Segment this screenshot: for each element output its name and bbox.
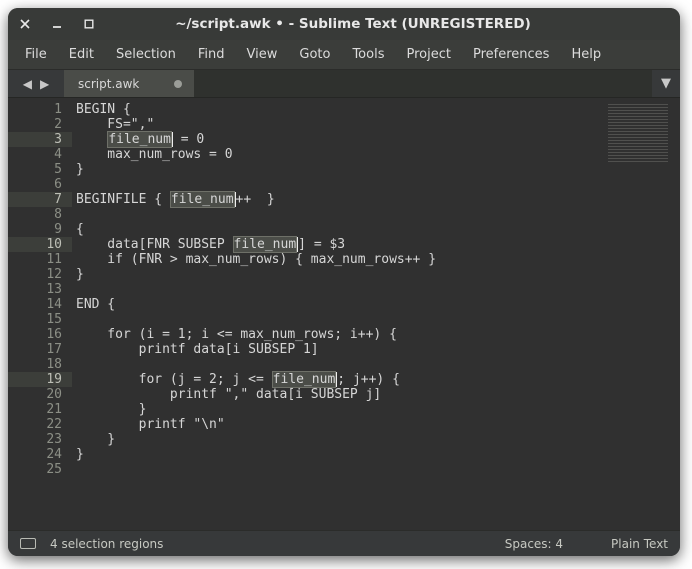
maximize-icon[interactable]: [82, 17, 96, 31]
app-window: ~/script.awk • - Sublime Text (UNREGISTE…: [8, 8, 680, 556]
dirty-indicator-icon: [174, 80, 182, 88]
code-line[interactable]: END {: [76, 297, 590, 312]
status-selection[interactable]: 4 selection regions: [50, 537, 163, 551]
code-line[interactable]: if (FNR > max_num_rows) { max_num_rows++…: [76, 252, 590, 267]
line-number[interactable]: 6: [8, 177, 72, 192]
titlebar[interactable]: ~/script.awk • - Sublime Text (UNREGISTE…: [8, 8, 680, 40]
menu-tools[interactable]: Tools: [343, 43, 393, 66]
menu-find[interactable]: Find: [189, 43, 234, 66]
tab-history-nav: ◀ ▶: [8, 70, 64, 97]
line-number[interactable]: 24: [8, 447, 72, 462]
nav-back-icon[interactable]: ◀: [23, 77, 32, 91]
line-number[interactable]: 23: [8, 432, 72, 447]
line-number[interactable]: 19: [8, 372, 72, 387]
minimize-icon[interactable]: [50, 17, 64, 31]
menu-help[interactable]: Help: [562, 43, 610, 66]
menu-project[interactable]: Project: [397, 43, 459, 66]
statusbar: 4 selection regions Spaces: 4 Plain Text: [8, 530, 680, 556]
menubar: File Edit Selection Find View Goto Tools…: [8, 40, 680, 70]
line-number[interactable]: 21: [8, 402, 72, 417]
window-controls: [18, 17, 96, 31]
tab-label: script.awk: [78, 77, 139, 91]
line-number[interactable]: 18: [8, 357, 72, 372]
line-number[interactable]: 11: [8, 252, 72, 267]
gutter[interactable]: 1234567891011121314151617181920212223242…: [8, 98, 72, 530]
code-line[interactable]: }: [76, 447, 590, 462]
line-number[interactable]: 14: [8, 297, 72, 312]
line-number[interactable]: 25: [8, 462, 72, 477]
line-number[interactable]: 3: [8, 132, 72, 147]
code-line[interactable]: for (i = 1; i <= max_num_rows; i++) {: [76, 327, 590, 342]
tabbar-spacer: [194, 70, 652, 97]
nav-forward-icon[interactable]: ▶: [40, 77, 49, 91]
line-number[interactable]: 16: [8, 327, 72, 342]
code-line[interactable]: FS=",": [76, 117, 590, 132]
editor: 1234567891011121314151617181920212223242…: [8, 98, 680, 530]
tabbar: ◀ ▶ script.awk ▼: [8, 70, 680, 98]
line-number[interactable]: 5: [8, 162, 72, 177]
code-line[interactable]: for (j = 2; j <= file_num; j++) {: [76, 372, 590, 387]
status-spaces[interactable]: Spaces: 4: [505, 537, 563, 551]
code-line[interactable]: }: [76, 432, 590, 447]
minimap[interactable]: [590, 98, 680, 530]
line-number[interactable]: 17: [8, 342, 72, 357]
minimap-content: [608, 104, 668, 164]
code-line[interactable]: [76, 312, 590, 327]
line-number[interactable]: 15: [8, 312, 72, 327]
code-line[interactable]: BEGIN {: [76, 102, 590, 117]
menu-view[interactable]: View: [238, 43, 287, 66]
line-number[interactable]: 7: [8, 192, 72, 207]
line-number[interactable]: 10: [8, 237, 72, 252]
code-line[interactable]: [76, 282, 590, 297]
status-syntax[interactable]: Plain Text: [611, 537, 668, 551]
code-line[interactable]: [76, 462, 590, 477]
code-line[interactable]: printf "," data[i SUBSEP j]: [76, 387, 590, 402]
panel-switcher-icon[interactable]: [20, 538, 36, 549]
close-icon[interactable]: [18, 17, 32, 31]
line-number[interactable]: 9: [8, 222, 72, 237]
code-line[interactable]: [76, 207, 590, 222]
code-line[interactable]: data[FNR SUBSEP file_num] = $3: [76, 237, 590, 252]
window-title: ~/script.awk • - Sublime Text (UNREGISTE…: [96, 16, 670, 32]
code-line[interactable]: BEGINFILE { file_num++ }: [76, 192, 590, 207]
code-line[interactable]: file_num = 0: [76, 132, 590, 147]
menu-goto[interactable]: Goto: [290, 43, 339, 66]
line-number[interactable]: 12: [8, 267, 72, 282]
code-line[interactable]: max_num_rows = 0: [76, 147, 590, 162]
code-line[interactable]: }: [76, 402, 590, 417]
line-number[interactable]: 1: [8, 102, 72, 117]
menu-edit[interactable]: Edit: [60, 43, 103, 66]
line-number[interactable]: 13: [8, 282, 72, 297]
menu-preferences[interactable]: Preferences: [464, 43, 558, 66]
line-number[interactable]: 22: [8, 417, 72, 432]
line-number[interactable]: 2: [8, 117, 72, 132]
code-line[interactable]: [76, 357, 590, 372]
menu-selection[interactable]: Selection: [107, 43, 185, 66]
code-area[interactable]: BEGIN { FS="," file_num = 0 max_num_rows…: [72, 98, 590, 530]
code-line[interactable]: }: [76, 267, 590, 282]
code-line[interactable]: }: [76, 162, 590, 177]
code-line[interactable]: [76, 177, 590, 192]
tab-active[interactable]: script.awk: [64, 70, 194, 97]
menu-file[interactable]: File: [16, 43, 56, 66]
line-number[interactable]: 20: [8, 387, 72, 402]
tab-dropdown-icon[interactable]: ▼: [652, 70, 680, 97]
code-line[interactable]: {: [76, 222, 590, 237]
line-number[interactable]: 8: [8, 207, 72, 222]
code-line[interactable]: printf data[i SUBSEP 1]: [76, 342, 590, 357]
code-line[interactable]: printf "\n": [76, 417, 590, 432]
line-number[interactable]: 4: [8, 147, 72, 162]
